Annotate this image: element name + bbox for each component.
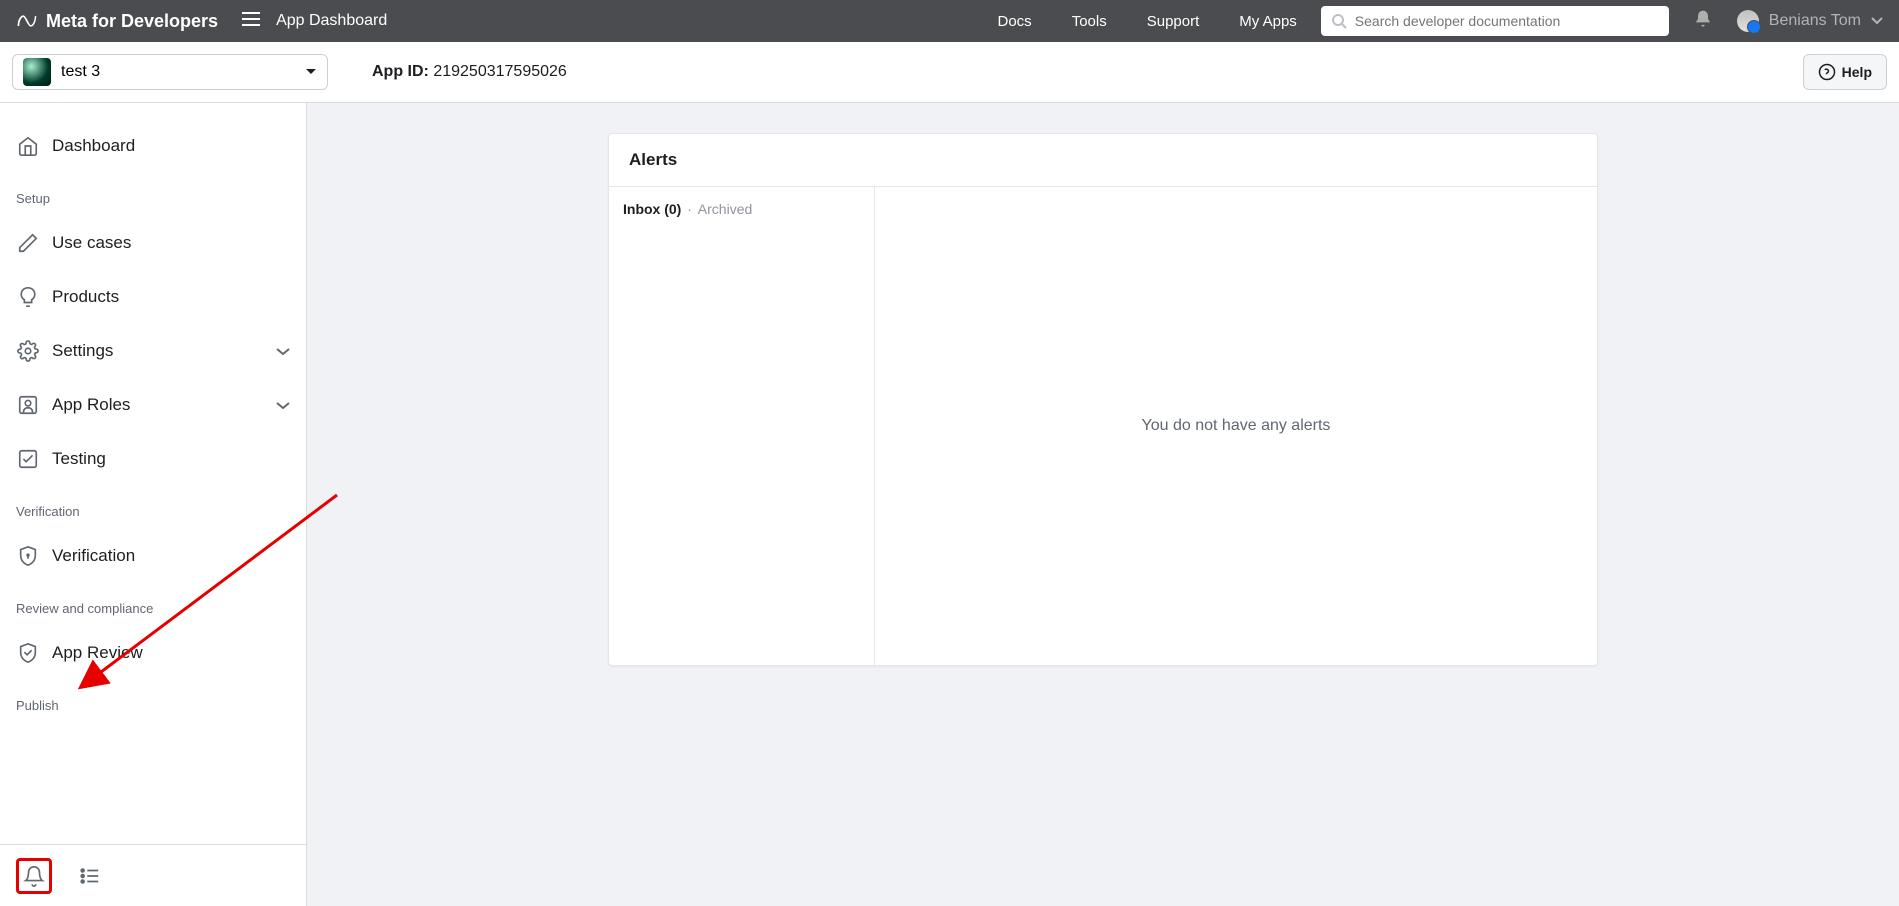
brand-text: Meta for Developers — [46, 11, 218, 32]
chevron-down-icon — [1871, 17, 1883, 25]
shield-icon — [16, 544, 40, 568]
activity-log-button[interactable] — [72, 858, 108, 894]
sidebar-item-dashboard[interactable]: Dashboard — [0, 119, 306, 173]
tab-archived[interactable]: Archived — [698, 201, 752, 217]
nav-tools[interactable]: Tools — [1072, 13, 1107, 30]
section-header-review: Review and compliance — [0, 583, 306, 626]
content-area: Alerts Inbox (0) · Archived You do not h… — [307, 103, 1899, 906]
app-selector[interactable]: test 3 — [12, 54, 328, 90]
main-layout: Dashboard Setup Use cases Products — [0, 103, 1899, 906]
sidebar-item-appreview[interactable]: App Review — [0, 626, 306, 680]
sidebar-item-label: Products — [52, 287, 119, 307]
alerts-body: Inbox (0) · Archived You do not have any… — [609, 187, 1597, 665]
app-id: App ID: 219250317595026 — [372, 63, 567, 81]
app-name: test 3 — [61, 63, 100, 81]
sidebar-item-approles[interactable]: App Roles — [0, 378, 306, 432]
app-icon — [23, 58, 51, 86]
section-header-setup: Setup — [0, 173, 306, 216]
help-button[interactable]: Help — [1803, 54, 1887, 90]
users-icon — [16, 393, 40, 417]
meta-logo[interactable]: Meta for Developers — [16, 10, 218, 32]
sidebar-item-label: Settings — [52, 341, 113, 361]
help-icon — [1818, 63, 1836, 81]
check-square-icon — [16, 447, 40, 471]
caret-down-icon — [305, 63, 317, 81]
alerts-panel: Alerts Inbox (0) · Archived You do not h… — [608, 133, 1598, 666]
sidebar-item-label: Verification — [52, 546, 135, 566]
search-input[interactable] — [1355, 13, 1659, 29]
list-icon — [79, 865, 101, 887]
sidebar-footer — [0, 844, 306, 906]
nav-support[interactable]: Support — [1147, 13, 1200, 30]
search-box[interactable] — [1321, 6, 1669, 36]
sidebar-item-label: Testing — [52, 449, 106, 469]
home-icon — [16, 134, 40, 158]
sidebar-content: Dashboard Setup Use cases Products — [0, 103, 306, 844]
alerts-list-column: Inbox (0) · Archived — [609, 187, 875, 665]
user-name: Benians Tom — [1769, 12, 1861, 30]
top-nav: Docs Tools Support My Apps — [998, 13, 1297, 30]
notification-bell-icon[interactable] — [1693, 9, 1713, 34]
page-title: App Dashboard — [276, 12, 387, 30]
sub-header: test 3 App ID: 219250317595026 Help — [0, 42, 1899, 103]
hamburger-icon[interactable] — [242, 12, 260, 31]
gear-icon — [16, 339, 40, 363]
section-header-verification: Verification — [0, 486, 306, 529]
section-header-publish: Publish — [0, 680, 306, 723]
sidebar-item-settings[interactable]: Settings — [0, 324, 306, 378]
chevron-down-icon — [276, 395, 290, 415]
sidebar-item-label: Use cases — [52, 233, 131, 253]
user-menu[interactable]: Benians Tom — [1737, 10, 1883, 32]
avatar — [1737, 10, 1759, 32]
sidebar-item-usecases[interactable]: Use cases — [0, 216, 306, 270]
bell-icon — [23, 865, 45, 887]
search-icon — [1331, 13, 1347, 29]
nav-docs[interactable]: Docs — [998, 13, 1032, 30]
inbox-tabs: Inbox (0) · Archived — [623, 201, 860, 217]
badge-icon — [16, 641, 40, 665]
sidebar-item-testing[interactable]: Testing — [0, 432, 306, 486]
sidebar-item-products[interactable]: Products — [0, 270, 306, 324]
top-header: Meta for Developers App Dashboard Docs T… — [0, 0, 1899, 42]
sidebar-item-verification[interactable]: Verification — [0, 529, 306, 583]
sidebar-item-label: App Roles — [52, 395, 130, 415]
bulb-icon — [16, 285, 40, 309]
alerts-title: Alerts — [609, 134, 1597, 187]
nav-myapps[interactable]: My Apps — [1239, 13, 1297, 30]
alerts-empty-message: You do not have any alerts — [875, 187, 1597, 665]
sidebar-item-label: App Review — [52, 643, 143, 663]
pencil-icon — [16, 231, 40, 255]
alerts-bell-button[interactable] — [16, 858, 52, 894]
tab-inbox[interactable]: Inbox (0) — [623, 201, 681, 217]
chevron-down-icon — [276, 341, 290, 361]
sidebar: Dashboard Setup Use cases Products — [0, 103, 307, 906]
sidebar-item-label: Dashboard — [52, 136, 135, 156]
